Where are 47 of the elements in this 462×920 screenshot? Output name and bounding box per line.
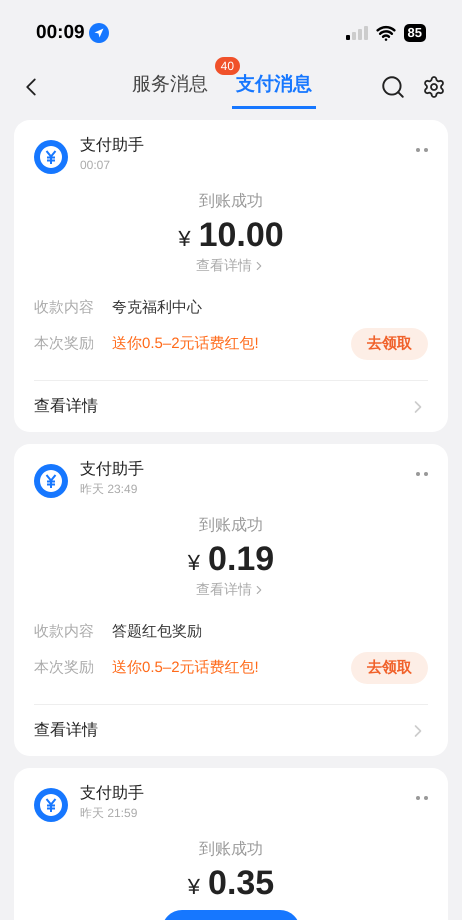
reward-text: 送你0.5–2元话费红包! xyxy=(112,334,259,354)
more-icon[interactable] xyxy=(416,472,428,476)
sender-name: 支付助手 xyxy=(80,784,144,804)
sender-name: 支付助手 xyxy=(80,460,144,480)
details-text: 查看详情 xyxy=(34,720,98,740)
more-icon[interactable] xyxy=(416,796,428,800)
currency-symbol: ¥ xyxy=(178,225,191,253)
field-label: 本次奖励 xyxy=(34,334,95,354)
amount-text: 0.19 xyxy=(208,542,274,576)
details-text: 查看详情 xyxy=(34,396,98,416)
yen-icon xyxy=(34,140,68,174)
settings-icon[interactable] xyxy=(422,75,446,99)
yen-icon xyxy=(34,464,68,498)
currency-symbol: ¥ xyxy=(188,549,200,577)
field-value: 夸克福利中心 xyxy=(112,298,202,318)
amount-text: 0.35 xyxy=(208,866,274,900)
field-label: 收款内容 xyxy=(34,298,95,318)
status-text: 到账成功 xyxy=(199,192,263,212)
currency-symbol: ¥ xyxy=(188,873,200,901)
message-time: 昨天 21:59 xyxy=(80,805,138,822)
unread-badge: 40 xyxy=(214,57,240,75)
field-label: 本次奖励 xyxy=(34,658,95,678)
search-icon[interactable] xyxy=(380,74,406,100)
sender-name: 支付助手 xyxy=(80,136,144,156)
field-label: 收款内容 xyxy=(34,622,95,642)
details-row[interactable]: 查看详情 xyxy=(34,380,428,432)
status-text: 到账成功 xyxy=(199,516,263,536)
more-icon[interactable] xyxy=(416,148,428,152)
claim-button[interactable]: 去领取 xyxy=(351,328,428,360)
view-details-link[interactable]: 查看详情 xyxy=(196,579,266,600)
view-details-link[interactable]: 查看详情 xyxy=(196,255,266,276)
details-row[interactable]: 查看详情 xyxy=(34,704,428,756)
message-time: 昨天 23:49 xyxy=(80,481,138,498)
yen-icon xyxy=(34,788,68,822)
tab[interactable]: 支付消息 xyxy=(232,65,316,109)
signal-icon xyxy=(346,26,368,40)
location-icon xyxy=(88,23,109,43)
wifi-icon xyxy=(376,23,396,43)
message-time: 00:07 xyxy=(80,157,112,174)
claim-button[interactable]: 去领取 xyxy=(351,652,428,684)
battery-indicator: 85 xyxy=(404,24,426,42)
field-value: 答题红包奖励 xyxy=(112,622,202,642)
tab[interactable]: 服务消息 xyxy=(128,65,212,109)
clock-time: 00:09 xyxy=(36,20,85,45)
amount-text: 10.00 xyxy=(198,218,284,252)
status-text: 到账成功 xyxy=(199,840,263,860)
reward-text: 送你0.5–2元话费红包! xyxy=(112,658,259,678)
